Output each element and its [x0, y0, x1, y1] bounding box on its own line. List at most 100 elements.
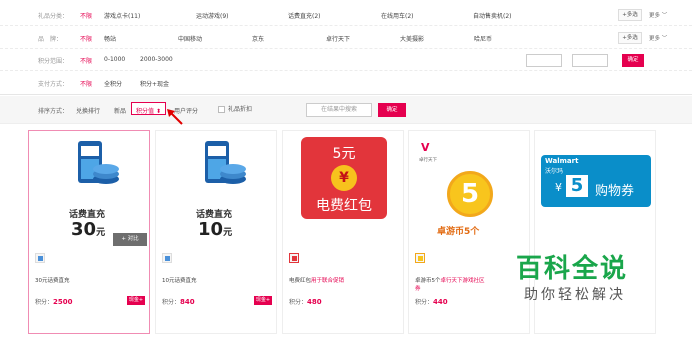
- product-name[interactable]: 电费红包用于联合促销: [289, 277, 401, 285]
- filter-all[interactable]: 不限: [80, 56, 92, 65]
- compare-button[interactable]: + 对比: [113, 233, 147, 246]
- envelope-top-text: 5元: [332, 146, 356, 162]
- points-value: 2500: [53, 298, 73, 306]
- cash-badge: 现金+: [254, 296, 272, 305]
- sort-option-points[interactable]: 积分值 ⬍: [131, 102, 166, 115]
- filter-row-brand: 品 牌： 不限 畅站 中国移动 京东 卓行天下 大美摄影 哈尼币 +多选 更多 …: [0, 27, 692, 49]
- small-thumb-icon[interactable]: [289, 253, 299, 263]
- multi-select-button[interactable]: +多选: [618, 9, 642, 21]
- discount-checkbox[interactable]: 礼品折扣: [218, 104, 252, 113]
- product-name[interactable]: 卓游币5个卓行天下游戏社区券: [415, 277, 527, 293]
- sort-option-new[interactable]: 新品: [114, 106, 126, 115]
- filter-option[interactable]: 积分+现金: [140, 79, 169, 88]
- more-button[interactable]: 更多 ﹀: [649, 34, 667, 42]
- small-thumb-icon[interactable]: [162, 253, 172, 263]
- yen-icon: ¥: [555, 181, 562, 194]
- sort-option-label: 积分值: [136, 108, 155, 115]
- filter-all[interactable]: 不限: [80, 34, 92, 43]
- filter-label: 积分范围：: [38, 58, 69, 65]
- small-thumb-icon[interactable]: [35, 253, 45, 263]
- sort-label: 排序方式：: [38, 108, 69, 115]
- result-search-input[interactable]: 在结果中搜索: [306, 103, 372, 117]
- walmart-coupon-image: Walmart 沃尔玛 ¥ 5 购物券: [541, 155, 651, 207]
- sort-toggle-icon: ⬍: [155, 108, 161, 115]
- product-points: 积分：480: [289, 297, 322, 306]
- filter-row-payment: 支付方式： 不限 全积分 积分+现金: [0, 72, 692, 94]
- filter-option[interactable]: 卓行天下: [326, 34, 350, 43]
- filter-label: 支付方式：: [38, 81, 69, 88]
- product-card[interactable]: 话费直充 30元 + 对比 30元话费直充 积分：2500 现金+: [28, 130, 150, 334]
- filter-option[interactable]: 京东: [252, 34, 264, 43]
- points-value: 440: [433, 298, 448, 306]
- thumb-number: 30: [71, 219, 97, 240]
- filter-label: 品 牌：: [38, 36, 63, 43]
- filter-option[interactable]: 游戏点卡(11): [104, 11, 140, 20]
- multi-select-button[interactable]: +多选: [618, 32, 642, 44]
- points-min-input[interactable]: [526, 54, 562, 67]
- small-thumb-icon[interactable]: [415, 253, 425, 263]
- filter-row-points: 积分范围： 不限 0-1000 2000-3000 确定: [0, 49, 692, 71]
- product-points: 积分：840: [162, 297, 195, 306]
- coin-icon: 5: [447, 171, 493, 217]
- more-button[interactable]: 更多 ﹀: [649, 11, 667, 19]
- filter-option[interactable]: 0-1000: [104, 56, 125, 63]
- walmart-logo-cn: 沃尔玛: [545, 168, 564, 175]
- brand-logo-icon: V: [421, 141, 430, 154]
- points-max-input[interactable]: [572, 54, 608, 67]
- filter-option[interactable]: 2000-3000: [140, 56, 173, 63]
- red-envelope-image: 5元 ¥ 电费红包: [301, 137, 387, 219]
- filter-option[interactable]: 畅站: [104, 34, 116, 43]
- filter-option[interactable]: 运动游戏(9): [196, 11, 229, 20]
- product-name[interactable]: 30元话费直充: [35, 277, 147, 285]
- points-label: 积分：: [35, 299, 54, 306]
- red-arrow-icon: [167, 109, 183, 125]
- points-label: 积分：: [289, 299, 308, 306]
- filter-option[interactable]: 全积分: [104, 79, 122, 88]
- name-highlight: 卓行天下游戏社区: [440, 278, 485, 284]
- filter-option[interactable]: 自动售卖机(2): [473, 11, 512, 20]
- product-card[interactable]: 话费直充 10元 10元话费直充 积分：840 现金+: [155, 130, 277, 334]
- name-main: 电费红包: [289, 278, 312, 284]
- chevron-down-icon: ﹀: [661, 13, 668, 19]
- name-highlight: 用于联合促销: [311, 278, 345, 284]
- more-label: 更多: [649, 13, 661, 19]
- cash-badge: 现金+: [127, 296, 145, 305]
- more-label: 更多: [649, 36, 661, 42]
- result-search-button[interactable]: 确定: [378, 103, 406, 117]
- product-points: 积分：2500: [35, 297, 73, 306]
- sort-option-rank[interactable]: 兑换排行: [76, 106, 100, 115]
- coupon-label: 购物券: [595, 184, 635, 199]
- filter-option[interactable]: 话费直充(2): [288, 11, 321, 20]
- filter-option[interactable]: 在线用车(2): [381, 11, 414, 20]
- filter-option[interactable]: 中国移动: [178, 34, 202, 43]
- points-value: 480: [307, 298, 322, 306]
- coupon-value: 5: [566, 175, 588, 197]
- product-card[interactable]: V 卓行天下 5 卓游币5个 卓游币5个卓行天下游戏社区券 积分：440: [408, 130, 530, 334]
- checkbox-label: 礼品折扣: [228, 106, 253, 113]
- watermark-subtitle: 助你轻松解决: [524, 287, 626, 303]
- filter-row-category: 礼品分类： 不限 游戏点卡(11) 运动游戏(9) 话费直充(2) 在线用车(2…: [0, 4, 692, 26]
- filter-option[interactable]: 大美摄影: [400, 34, 424, 43]
- filter-all[interactable]: 不限: [80, 79, 92, 88]
- chevron-down-icon: ﹀: [661, 36, 668, 42]
- thumb-value: 30元: [71, 219, 105, 240]
- filter-option[interactable]: 哈尼币: [474, 34, 492, 43]
- points-value: 840: [180, 298, 195, 306]
- thumb-unit: 元: [223, 228, 233, 238]
- filter-all[interactable]: 不限: [80, 11, 92, 20]
- coin-caption: 卓游币5个: [437, 227, 480, 237]
- points-confirm-button[interactable]: 确定: [622, 54, 644, 67]
- filter-label: 礼品分类：: [38, 13, 69, 20]
- thumb-number: 10: [198, 219, 224, 240]
- checkbox-box: [218, 106, 225, 113]
- thumb-value: 10元: [198, 219, 232, 240]
- product-card[interactable]: 5元 ¥ 电费红包 电费红包用于联合促销 积分：480: [282, 130, 404, 334]
- envelope-bottom-text: 电费红包: [316, 198, 372, 214]
- name-main: 卓游币5个: [415, 278, 441, 284]
- watermark-title: 百科全说: [516, 254, 629, 284]
- sort-bar: 排序方式： 兑换排行 新品 积分值 ⬍ 用户评分 礼品折扣 在结果中搜索 确定: [0, 96, 692, 124]
- walmart-logo: Walmart: [545, 157, 579, 165]
- filter-panel: 礼品分类： 不限 游戏点卡(11) 运动游戏(9) 话费直充(2) 在线用车(2…: [0, 0, 692, 95]
- product-name[interactable]: 10元话费直充: [162, 277, 274, 285]
- product-points: 积分：440: [415, 297, 448, 306]
